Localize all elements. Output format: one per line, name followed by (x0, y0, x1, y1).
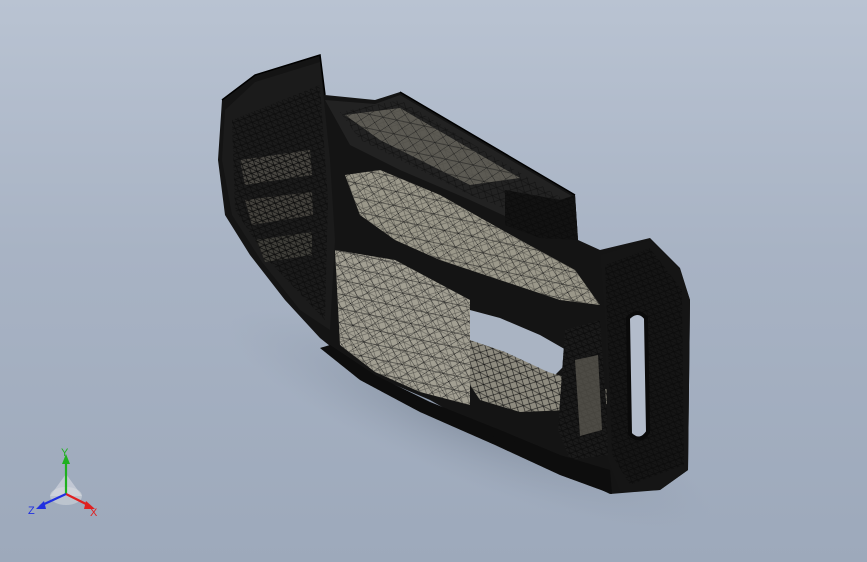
x-axis-label: X (90, 507, 98, 519)
graphics-viewport[interactable]: Y X Z (0, 0, 867, 562)
axis-triad: Y X Z (28, 448, 98, 519)
z-axis-label: Z (28, 505, 35, 517)
end-cap-slot (625, 311, 651, 441)
mesh-model[interactable] (0, 0, 867, 562)
y-axis-label: Y (61, 448, 69, 459)
